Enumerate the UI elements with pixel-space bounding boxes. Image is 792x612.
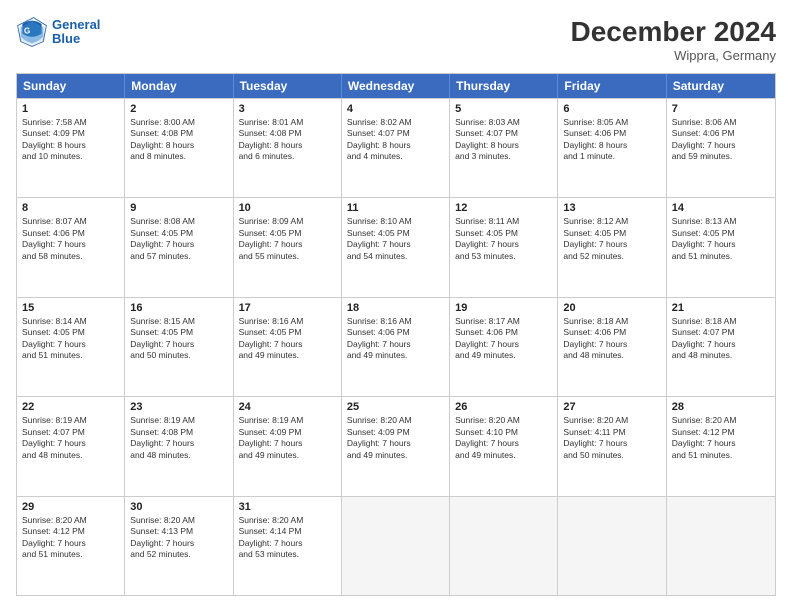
cal-cell-16: 16Sunrise: 8:15 AMSunset: 4:05 PMDayligh… [125, 298, 233, 396]
cal-cell-14: 14Sunrise: 8:13 AMSunset: 4:05 PMDayligh… [667, 198, 775, 296]
cal-cell-26: 26Sunrise: 8:20 AMSunset: 4:10 PMDayligh… [450, 397, 558, 495]
header-sunday: Sunday [17, 74, 125, 98]
calendar-row-1: 1Sunrise: 7:58 AMSunset: 4:09 PMDaylight… [17, 98, 775, 197]
cal-cell-30: 30Sunrise: 8:20 AMSunset: 4:13 PMDayligh… [125, 497, 233, 595]
cal-cell-29: 29Sunrise: 8:20 AMSunset: 4:12 PMDayligh… [17, 497, 125, 595]
svg-text:G: G [24, 27, 30, 36]
header-monday: Monday [125, 74, 233, 98]
cal-cell-27: 27Sunrise: 8:20 AMSunset: 4:11 PMDayligh… [558, 397, 666, 495]
calendar-body: 1Sunrise: 7:58 AMSunset: 4:09 PMDaylight… [17, 98, 775, 595]
logo: G General Blue [16, 16, 100, 48]
cal-cell-7: 7Sunrise: 8:06 AMSunset: 4:06 PMDaylight… [667, 99, 775, 197]
header-saturday: Saturday [667, 74, 775, 98]
cal-cell-23: 23Sunrise: 8:19 AMSunset: 4:08 PMDayligh… [125, 397, 233, 495]
location: Wippra, Germany [571, 48, 776, 63]
cal-cell-25: 25Sunrise: 8:20 AMSunset: 4:09 PMDayligh… [342, 397, 450, 495]
cal-cell-24: 24Sunrise: 8:19 AMSunset: 4:09 PMDayligh… [234, 397, 342, 495]
cal-cell-9: 9Sunrise: 8:08 AMSunset: 4:05 PMDaylight… [125, 198, 233, 296]
cal-cell-12: 12Sunrise: 8:11 AMSunset: 4:05 PMDayligh… [450, 198, 558, 296]
cal-cell-21: 21Sunrise: 8:18 AMSunset: 4:07 PMDayligh… [667, 298, 775, 396]
logo-text: General Blue [52, 18, 100, 47]
header-friday: Friday [558, 74, 666, 98]
cal-cell-18: 18Sunrise: 8:16 AMSunset: 4:06 PMDayligh… [342, 298, 450, 396]
cal-cell-empty-4-6 [667, 497, 775, 595]
cal-cell-20: 20Sunrise: 8:18 AMSunset: 4:06 PMDayligh… [558, 298, 666, 396]
cal-cell-19: 19Sunrise: 8:17 AMSunset: 4:06 PMDayligh… [450, 298, 558, 396]
calendar-row-5: 29Sunrise: 8:20 AMSunset: 4:12 PMDayligh… [17, 496, 775, 595]
cal-cell-28: 28Sunrise: 8:20 AMSunset: 4:12 PMDayligh… [667, 397, 775, 495]
title-block: December 2024 Wippra, Germany [571, 16, 776, 63]
page: G General Blue December 2024 Wippra, Ger… [0, 0, 792, 612]
cal-cell-31: 31Sunrise: 8:20 AMSunset: 4:14 PMDayligh… [234, 497, 342, 595]
calendar-row-2: 8Sunrise: 8:07 AMSunset: 4:06 PMDaylight… [17, 197, 775, 296]
calendar: Sunday Monday Tuesday Wednesday Thursday… [16, 73, 776, 596]
month-title: December 2024 [571, 16, 776, 48]
cal-cell-empty-4-4 [450, 497, 558, 595]
cal-cell-1: 1Sunrise: 7:58 AMSunset: 4:09 PMDaylight… [17, 99, 125, 197]
cal-cell-15: 15Sunrise: 8:14 AMSunset: 4:05 PMDayligh… [17, 298, 125, 396]
cal-cell-6: 6Sunrise: 8:05 AMSunset: 4:06 PMDaylight… [558, 99, 666, 197]
cal-cell-5: 5Sunrise: 8:03 AMSunset: 4:07 PMDaylight… [450, 99, 558, 197]
cal-cell-3: 3Sunrise: 8:01 AMSunset: 4:08 PMDaylight… [234, 99, 342, 197]
header-thursday: Thursday [450, 74, 558, 98]
cal-cell-empty-4-5 [558, 497, 666, 595]
header: G General Blue December 2024 Wippra, Ger… [16, 16, 776, 63]
cal-cell-17: 17Sunrise: 8:16 AMSunset: 4:05 PMDayligh… [234, 298, 342, 396]
logo-icon: G [16, 16, 48, 48]
cal-cell-22: 22Sunrise: 8:19 AMSunset: 4:07 PMDayligh… [17, 397, 125, 495]
cal-cell-8: 8Sunrise: 8:07 AMSunset: 4:06 PMDaylight… [17, 198, 125, 296]
cal-cell-2: 2Sunrise: 8:00 AMSunset: 4:08 PMDaylight… [125, 99, 233, 197]
calendar-row-4: 22Sunrise: 8:19 AMSunset: 4:07 PMDayligh… [17, 396, 775, 495]
cal-cell-10: 10Sunrise: 8:09 AMSunset: 4:05 PMDayligh… [234, 198, 342, 296]
cal-cell-empty-4-3 [342, 497, 450, 595]
cal-cell-4: 4Sunrise: 8:02 AMSunset: 4:07 PMDaylight… [342, 99, 450, 197]
calendar-header: Sunday Monday Tuesday Wednesday Thursday… [17, 74, 775, 98]
cal-cell-13: 13Sunrise: 8:12 AMSunset: 4:05 PMDayligh… [558, 198, 666, 296]
header-wednesday: Wednesday [342, 74, 450, 98]
header-tuesday: Tuesday [234, 74, 342, 98]
calendar-row-3: 15Sunrise: 8:14 AMSunset: 4:05 PMDayligh… [17, 297, 775, 396]
cal-cell-11: 11Sunrise: 8:10 AMSunset: 4:05 PMDayligh… [342, 198, 450, 296]
